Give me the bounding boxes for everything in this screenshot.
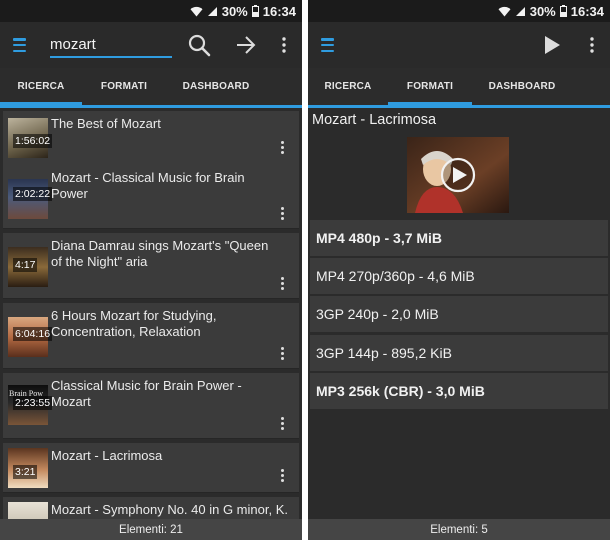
- item-menu-icon[interactable]: [281, 141, 285, 155]
- result-title: Mozart - Lacrimosa: [51, 448, 163, 463]
- status-bar: 30% 16:34: [0, 0, 302, 22]
- tab-bar: RICERCA FORMATI DASHBOARD: [308, 68, 610, 108]
- format-option[interactable]: MP3 256k (CBR) - 3,0 MiB: [310, 373, 608, 409]
- tab-formati[interactable]: FORMATI: [82, 68, 166, 105]
- format-option[interactable]: 3GP 144p - 895,2 KiB: [310, 335, 608, 371]
- result-title: Classical Music for Brain Power - Mozart: [51, 378, 242, 409]
- list-item[interactable]: 2:02:22 Mozart - Classical Music for Bra…: [3, 165, 299, 229]
- app-bar: [0, 22, 302, 68]
- duration-badge: 2:23:55: [13, 396, 53, 410]
- overflow-menu-button[interactable]: [270, 30, 298, 60]
- tab-bar: RICERCA FORMATI DASHBOARD: [0, 68, 302, 108]
- duration-badge: 6:04:16: [13, 327, 53, 341]
- hamburger-icon[interactable]: [13, 38, 26, 53]
- list-item[interactable]: 6:04:16 6 Hours Mozart for Studying, Con…: [3, 303, 299, 369]
- results-count: Elementi: 21: [0, 519, 302, 540]
- list-item[interactable]: 3:21 Mozart - Lacrimosa: [3, 443, 299, 493]
- list-item[interactable]: Mozart - Symphony No. 40 in G minor, K.: [3, 497, 299, 519]
- battery-icon: [559, 5, 567, 17]
- overflow-menu-button[interactable]: [578, 30, 606, 60]
- format-option[interactable]: MP4 480p - 3,7 MiB: [310, 220, 608, 256]
- app-bar: [308, 22, 610, 68]
- clock: 16:34: [262, 3, 296, 19]
- tab-ricerca[interactable]: RICERCA: [0, 68, 82, 105]
- duration-badge: 3:21: [13, 465, 38, 479]
- item-menu-icon[interactable]: [281, 469, 285, 483]
- result-title: Mozart - Symphony No. 40 in G minor, K.: [51, 502, 288, 517]
- video-thumbnail: [8, 502, 48, 519]
- search-screen: 30% 16:34 RICERCA FORMATI DASHBOA: [0, 0, 302, 540]
- status-bar: 30% 16:34: [308, 0, 610, 22]
- results-list: 1:56:02 The Best of Mozart 2:02:22 Mozar…: [0, 108, 302, 519]
- format-option[interactable]: MP4 270p/360p - 4,6 MiB: [310, 258, 608, 294]
- item-menu-icon[interactable]: [281, 417, 285, 431]
- result-title: 6 Hours Mozart for Studying, Concentrati…: [51, 308, 217, 339]
- formats-screen: 30% 16:34 RICERCA FORMATI DASHBOARD Moza…: [308, 0, 610, 540]
- item-menu-icon[interactable]: [281, 347, 285, 361]
- wifi-icon: [498, 6, 511, 17]
- duration-badge: 1:56:02: [13, 134, 53, 148]
- overflow-menu-icon: [590, 37, 594, 53]
- format-option[interactable]: 3GP 240p - 2,0 MiB: [310, 296, 608, 332]
- arrow-right-icon: [237, 36, 256, 54]
- clock: 16:34: [570, 3, 604, 19]
- go-button[interactable]: [231, 30, 261, 60]
- overflow-menu-icon: [282, 37, 286, 53]
- item-menu-icon[interactable]: [281, 207, 285, 221]
- hamburger-icon[interactable]: [321, 38, 334, 53]
- result-title: Diana Damrau sings Mozart's "Queen of th…: [51, 238, 269, 269]
- search-button[interactable]: [184, 30, 214, 60]
- signal-icon: [515, 6, 525, 16]
- search-field[interactable]: [50, 32, 172, 58]
- play-overlay-icon: [440, 157, 476, 193]
- result-title: Mozart - Classical Music for Brain Power: [51, 170, 245, 201]
- result-title: The Best of Mozart: [51, 116, 161, 131]
- search-input[interactable]: [50, 32, 172, 56]
- battery-percent: 30%: [529, 3, 556, 19]
- signal-icon: [207, 6, 217, 16]
- play-button[interactable]: [537, 30, 567, 60]
- duration-badge: 2:02:22: [13, 187, 53, 201]
- tab-formati[interactable]: FORMATI: [388, 68, 472, 105]
- duration-badge: 4:17: [13, 258, 38, 272]
- tab-dashboard[interactable]: DASHBOARD: [166, 68, 266, 105]
- item-menu-icon[interactable]: [281, 277, 285, 291]
- battery-icon: [251, 5, 259, 17]
- list-item[interactable]: 4:17 Diana Damrau sings Mozart's "Queen …: [3, 233, 299, 299]
- search-icon: [188, 34, 211, 57]
- play-icon: [545, 36, 560, 54]
- video-preview[interactable]: [407, 137, 509, 213]
- wifi-icon: [190, 6, 203, 17]
- list-item[interactable]: Brain Pow 2:23:55 Classical Music for Br…: [3, 373, 299, 439]
- results-count: Elementi: 5: [308, 519, 610, 540]
- tab-ricerca[interactable]: RICERCA: [308, 68, 388, 105]
- tab-dashboard[interactable]: DASHBOARD: [472, 68, 572, 105]
- video-title: Mozart - Lacrimosa: [312, 112, 437, 128]
- battery-percent: 30%: [221, 3, 248, 19]
